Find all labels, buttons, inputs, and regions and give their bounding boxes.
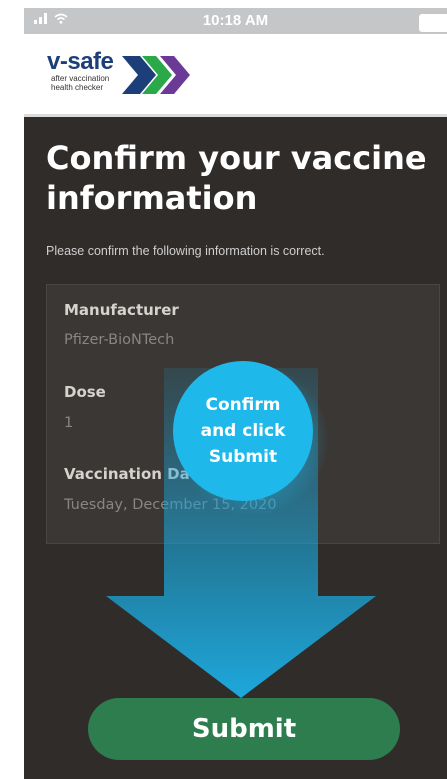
dose-label: Dose bbox=[64, 383, 106, 401]
manufacturer-label: Manufacturer bbox=[64, 301, 179, 319]
submit-button[interactable]: Submit bbox=[88, 698, 400, 760]
logo-subtitle-line1: after vaccination bbox=[51, 74, 110, 83]
chevron-arrows-icon bbox=[122, 56, 190, 94]
callout-line3: Submit bbox=[208, 447, 278, 467]
page-title: Confirm your vaccine information bbox=[46, 139, 427, 217]
status-bar: 10:18 AM bbox=[24, 8, 447, 34]
page-subtitle: Please confirm the following information… bbox=[46, 244, 325, 258]
battery-icon bbox=[419, 14, 447, 32]
vsafe-logo: v-safe after vaccination health checker bbox=[47, 48, 114, 93]
logo-name: v-safe bbox=[47, 48, 114, 75]
status-time: 10:18 AM bbox=[202, 12, 269, 29]
app-header: v-safe after vaccination health checker bbox=[24, 34, 447, 117]
dose-value: 1 bbox=[64, 415, 74, 431]
confirm-callout: Confirm and click Submit bbox=[173, 361, 313, 501]
callout-line1: Confirm bbox=[205, 395, 281, 415]
phone-screen: 10:18 AM v-safe after vaccination health… bbox=[24, 8, 447, 779]
manufacturer-value: Pfizer-BioNTech bbox=[64, 332, 175, 348]
callout-line2: and click bbox=[200, 421, 286, 441]
logo-subtitle-line2: health checker bbox=[51, 83, 104, 92]
